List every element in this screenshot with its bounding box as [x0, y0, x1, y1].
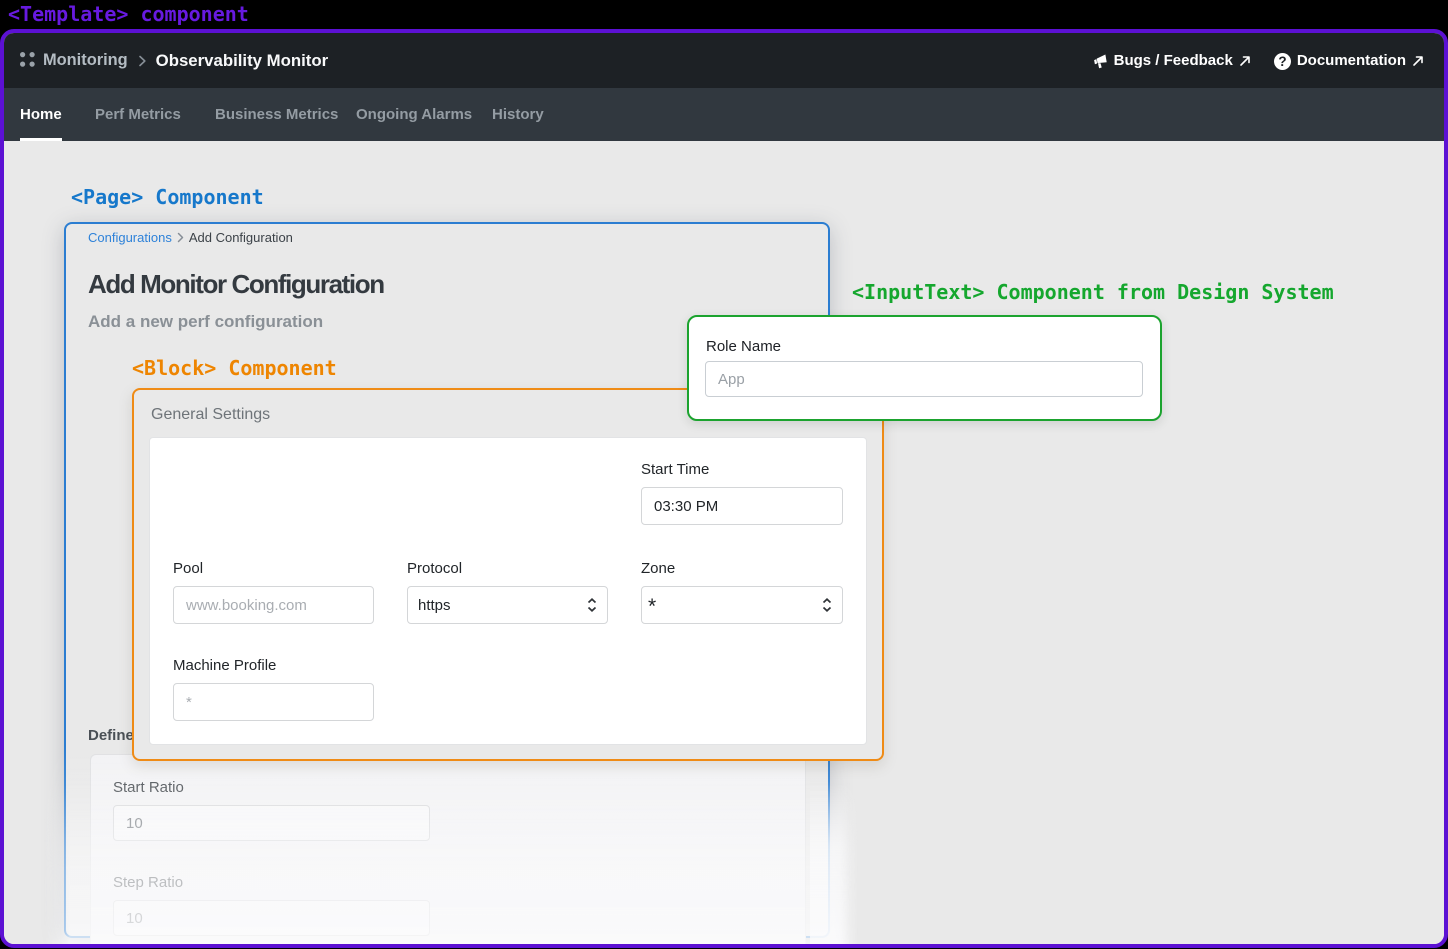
start-ratio-input[interactable]: [113, 805, 430, 841]
pool-field: Pool: [173, 561, 374, 624]
top-header: Monitoring Observability Monitor Bugs / …: [4, 33, 1444, 88]
grid-menu-icon[interactable]: [20, 52, 35, 67]
tab-history[interactable]: History: [492, 88, 544, 141]
tab-home[interactable]: Home: [20, 88, 62, 141]
megaphone-icon: [1093, 53, 1108, 69]
breadcrumb-chevron-icon: [177, 232, 184, 243]
inputtext-annotation: <InputText> Component from Design System: [852, 280, 1334, 304]
breadcrumb: Configurations Add Configuration: [88, 230, 806, 245]
start-time-input[interactable]: [641, 487, 843, 525]
svg-text:?: ?: [1278, 54, 1286, 69]
start-time-label: Start Time: [641, 462, 843, 477]
protocol-field: Protocol https: [407, 561, 608, 624]
role-name-input[interactable]: [705, 361, 1143, 397]
general-settings-card: Start Time Pool Protocol https: [149, 437, 867, 745]
step-ratio-label: Step Ratio: [113, 875, 783, 890]
define-section-heading: Define: [88, 727, 134, 744]
breadcrumb-chevron-icon: [139, 55, 146, 67]
breadcrumb-current: Add Configuration: [189, 230, 293, 245]
tab-business-metrics[interactable]: Business Metrics: [215, 88, 338, 141]
pool-input[interactable]: [173, 586, 374, 624]
ratio-card: Start Ratio Step Ratio: [90, 754, 806, 944]
protocol-select[interactable]: https: [407, 586, 608, 624]
page-content: <Page> Component Configurations Add Conf…: [4, 141, 1444, 944]
page-header-title: Observability Monitor: [156, 51, 329, 71]
inputtext-component-box: Role Name: [687, 315, 1162, 421]
protocol-label: Protocol: [407, 561, 608, 576]
tab-perf-metrics[interactable]: Perf Metrics: [95, 88, 181, 141]
start-ratio-field: Start Ratio: [113, 780, 783, 841]
external-link-icon: [1239, 55, 1251, 67]
pool-label: Pool: [173, 561, 374, 576]
documentation-label: Documentation: [1297, 52, 1406, 69]
general-settings-title: General Settings: [151, 406, 270, 424]
block-component-box: General Settings Start Time Pool Protoco…: [132, 388, 884, 761]
zone-label: Zone: [641, 561, 843, 576]
help-circle-icon: ?: [1274, 53, 1291, 70]
step-ratio-field: Step Ratio: [113, 875, 783, 936]
breadcrumb-configurations-link[interactable]: Configurations: [88, 230, 172, 245]
page-annotation: <Page> Component: [71, 185, 264, 209]
start-ratio-label: Start Ratio: [113, 780, 783, 795]
zone-select[interactable]: *: [641, 586, 843, 624]
zone-value: *: [648, 588, 822, 626]
breadcrumb-app-name[interactable]: Monitoring: [43, 51, 128, 70]
machine-profile-label: Machine Profile: [173, 658, 374, 673]
external-link-icon: [1412, 55, 1424, 67]
select-chevrons-icon: [587, 598, 597, 612]
bugs-feedback-link[interactable]: Bugs / Feedback: [1093, 52, 1251, 69]
machine-profile-input[interactable]: [173, 683, 374, 721]
tab-ongoing-alarms[interactable]: Ongoing Alarms: [356, 88, 472, 141]
select-chevrons-icon: [822, 598, 832, 612]
protocol-value: https: [418, 597, 587, 614]
step-ratio-input[interactable]: [113, 900, 430, 936]
block-annotation: <Block> Component: [132, 356, 337, 380]
zone-field: Zone *: [641, 561, 843, 624]
start-time-field: Start Time: [641, 462, 843, 525]
page-title: Add Monitor Configuration: [88, 269, 806, 300]
template-annotation: <Template> component: [8, 2, 249, 26]
bugs-feedback-label: Bugs / Feedback: [1114, 52, 1233, 69]
role-name-label: Role Name: [705, 339, 1144, 354]
tab-bar: Home Perf Metrics Business Metrics Ongoi…: [4, 88, 1444, 141]
app-window: Monitoring Observability Monitor Bugs / …: [0, 29, 1448, 948]
documentation-link[interactable]: ? Documentation: [1274, 52, 1424, 69]
machine-profile-field: Machine Profile: [173, 658, 374, 721]
